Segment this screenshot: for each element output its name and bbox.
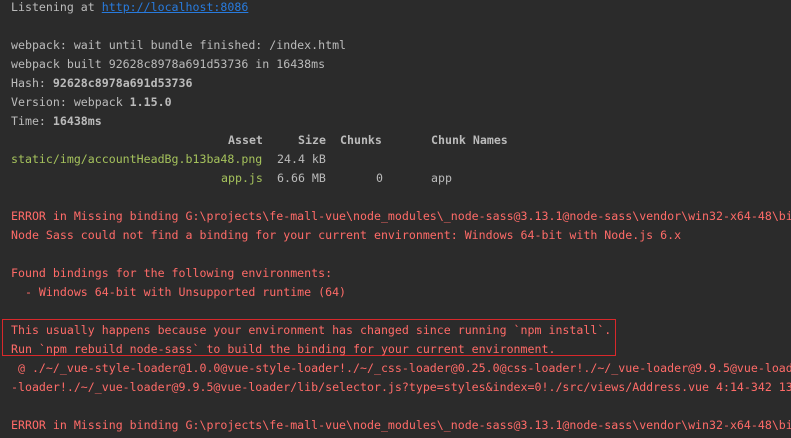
asset-name: static/img/accountHeadBg.b13ba48.png bbox=[11, 152, 263, 166]
listening-line: Listening at http://localhost:8086 bbox=[11, 0, 248, 17]
webpack-wait-line: webpack: wait until bundle finished: /in… bbox=[11, 38, 347, 52]
asset-size: 6.66 MB bbox=[277, 171, 326, 185]
time-label: Time: bbox=[11, 114, 53, 128]
time-value: 16438ms bbox=[52, 114, 102, 128]
error-missing-binding-2: ERROR in Missing binding G:\projects\fe-… bbox=[11, 418, 791, 432]
error-detail-line: Node Sass could not find a binding for y… bbox=[11, 228, 682, 242]
localhost-link[interactable]: http://localhost:8086 bbox=[102, 0, 249, 14]
hint-line-1: This usually happens because your enviro… bbox=[11, 323, 612, 337]
asset-header: Asset bbox=[228, 133, 263, 147]
version-label: Version: webpack bbox=[11, 95, 130, 109]
version-value: 1.15.0 bbox=[129, 95, 172, 109]
webpack-built-line: webpack built 92628c8978a691d53736 in 16… bbox=[11, 57, 326, 71]
binding-item-line: - Windows 64-bit with Unsupported runtim… bbox=[11, 285, 347, 299]
hint-line-2: Run `npm rebuild node-sass` to build the… bbox=[11, 342, 556, 356]
asset-chunks: 0 bbox=[376, 171, 383, 185]
terminal-output: Listening at http://localhost:8086 webpa… bbox=[0, 0, 791, 438]
asset-table-header: Asset Size Chunks Chunk Names bbox=[0, 131, 791, 150]
table-row: app.js 6.66 MB 0 app bbox=[0, 169, 791, 188]
table-row: static/img/accountHeadBg.b13ba48.png 24.… bbox=[0, 150, 791, 169]
chunks-header: Chunks bbox=[340, 133, 382, 147]
loader-line-1: @ ./~/_vue-style-loader@1.0.0@vue-style-… bbox=[11, 361, 791, 375]
asset-name: app.js bbox=[221, 171, 263, 185]
hash-label: Hash: bbox=[11, 76, 53, 90]
hash-line: Hash: 92628c8978a691d53736 bbox=[11, 74, 193, 93]
size-header: Size bbox=[298, 133, 326, 147]
loader-line-2: -loader!./~/_vue-loader@9.9.5@vue-loader… bbox=[11, 380, 791, 394]
error-missing-binding: ERROR in Missing binding G:\projects\fe-… bbox=[11, 209, 791, 223]
hash-value: 92628c8978a691d53736 bbox=[52, 76, 193, 90]
found-bindings-line: Found bindings for the following environ… bbox=[11, 266, 333, 280]
listening-label: Listening at bbox=[11, 0, 102, 14]
asset-chunk-names: app bbox=[431, 171, 452, 185]
chunk-names-header: Chunk Names bbox=[431, 133, 508, 147]
time-line: Time: 16438ms bbox=[11, 112, 102, 131]
version-line: Version: webpack 1.15.0 bbox=[11, 93, 172, 112]
asset-size: 24.4 kB bbox=[277, 152, 326, 166]
